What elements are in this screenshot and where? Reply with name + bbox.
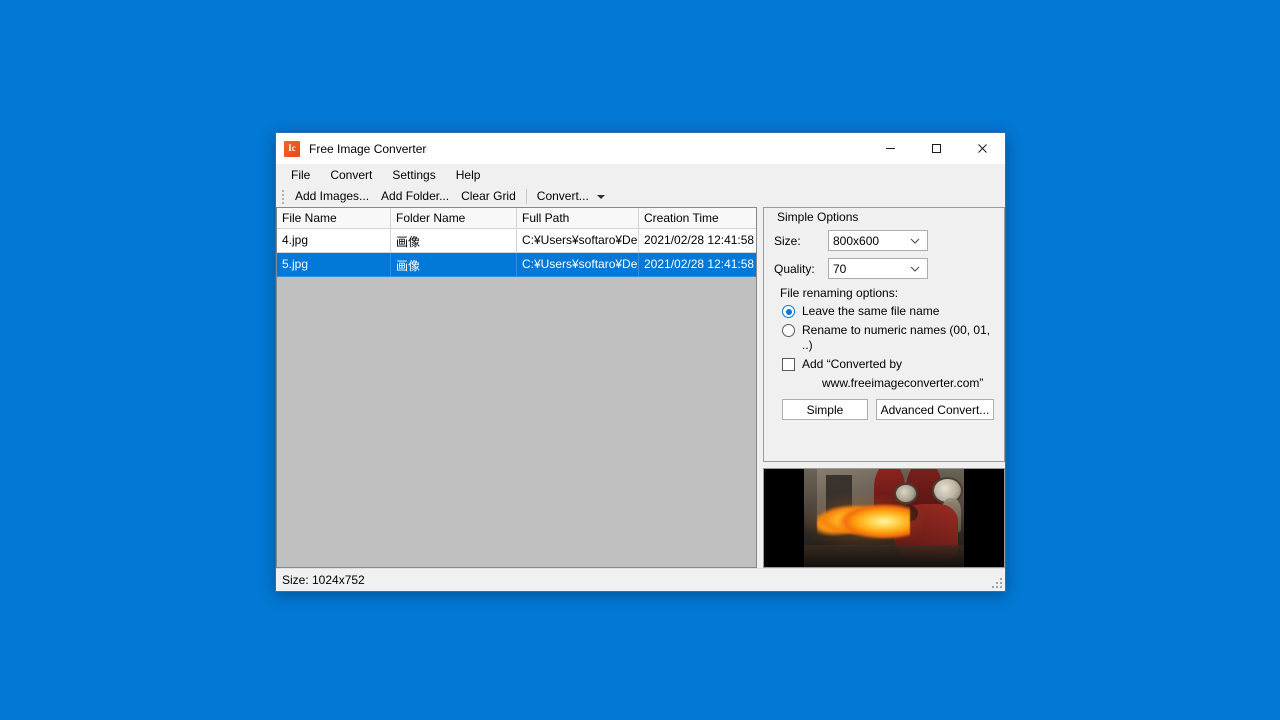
cell-folder-name: 画像	[391, 253, 517, 277]
status-bar: Size: 1024x752	[276, 568, 1005, 591]
menu-item-convert[interactable]: Convert	[320, 165, 382, 185]
minimize-button[interactable]	[867, 133, 913, 164]
table-row[interactable]: 5.jpg 画像 C:¥Users¥softaro¥De... 2021/02/…	[277, 253, 756, 277]
menu-item-file[interactable]: File	[281, 165, 320, 185]
cell-full-path: C:¥Users¥softaro¥De...	[517, 253, 639, 277]
checkbox-add-converted-by-label: Add “Converted by	[802, 357, 903, 371]
convert-split-button[interactable]: Convert...	[531, 187, 611, 206]
cell-creation-time: 2021/02/28 12:41:58	[639, 229, 756, 253]
convert-button-label: Convert...	[536, 189, 589, 203]
chevron-down-icon[interactable]	[596, 194, 605, 199]
column-header-creation-time[interactable]: Creation Time	[639, 208, 756, 229]
resize-grip[interactable]	[990, 576, 1002, 588]
checkbox-add-converted-by-url: www.freeimageconverter.com”	[822, 376, 984, 390]
add-images-button[interactable]: Add Images...	[289, 187, 375, 206]
radio-rename-numeric[interactable]: Rename to numeric names (00, 01, ..)	[782, 323, 994, 353]
chevron-down-icon	[910, 266, 920, 272]
cell-file-name: 5.jpg	[277, 253, 391, 277]
simple-options-title: Simple Options	[774, 210, 862, 224]
quality-select[interactable]: 70	[828, 258, 928, 279]
cell-folder-name: 画像	[391, 229, 517, 253]
clear-grid-button[interactable]: Clear Grid	[455, 187, 522, 206]
column-header-file-name[interactable]: File Name	[277, 208, 391, 229]
status-size-text: Size: 1024x752	[282, 573, 365, 587]
checkbox-icon	[782, 358, 795, 371]
radio-leave-same-name-label: Leave the same file name	[802, 304, 940, 318]
radio-icon-selected	[782, 305, 795, 318]
checkbox-add-converted-by[interactable]: Add “Converted by	[782, 357, 994, 372]
toolbar-separator	[525, 189, 527, 204]
chevron-down-icon	[910, 238, 920, 244]
app-window: Free Image Converter File Convert Settin…	[275, 132, 1006, 592]
column-header-folder-name[interactable]: Folder Name	[391, 208, 517, 229]
simple-options-panel: Simple Options Size: 800x600 Quality: 70	[763, 207, 1005, 462]
size-select[interactable]: 800x600	[828, 230, 928, 251]
grid-header-row: File Name Folder Name Full Path Creation…	[277, 208, 756, 229]
table-row[interactable]: 4.jpg 画像 C:¥Users¥softaro¥De... 2021/02/…	[277, 229, 756, 253]
simple-button[interactable]: Simple	[782, 399, 868, 420]
menu-bar: File Convert Settings Help	[276, 164, 1005, 186]
preview-flame	[816, 500, 910, 544]
size-select-value: 800x600	[833, 233, 880, 248]
cell-file-name: 4.jpg	[277, 229, 391, 253]
size-row: Size: 800x600	[774, 230, 994, 251]
advanced-convert-button[interactable]: Advanced Convert...	[875, 399, 994, 420]
toolbar-grip-handle[interactable]	[280, 189, 286, 205]
quality-select-value: 70	[833, 261, 847, 276]
right-panel: Simple Options Size: 800x600 Quality: 70	[763, 207, 1005, 568]
cell-creation-time: 2021/02/28 12:41:58	[639, 253, 756, 277]
tool-bar: Add Images... Add Folder... Clear Grid C…	[276, 186, 1005, 207]
window-controls	[867, 133, 1005, 164]
preview-image	[804, 469, 964, 567]
quality-label: Quality:	[774, 261, 815, 276]
image-preview-panel	[763, 468, 1005, 568]
radio-rename-numeric-label: Rename to numeric names (00, 01, ..)	[802, 323, 991, 352]
add-folder-button[interactable]: Add Folder...	[375, 187, 455, 206]
column-header-full-path[interactable]: Full Path	[517, 208, 639, 229]
window-title: Free Image Converter	[309, 141, 427, 156]
title-bar: Free Image Converter	[276, 133, 1005, 164]
close-button[interactable]	[959, 133, 1005, 164]
content-area: File Name Folder Name Full Path Creation…	[276, 207, 1005, 568]
preview-ground	[804, 545, 964, 567]
size-label: Size:	[774, 233, 801, 248]
menu-item-help[interactable]: Help	[446, 165, 491, 185]
menu-item-settings[interactable]: Settings	[382, 165, 445, 185]
options-button-row: Simple Advanced Convert...	[782, 399, 994, 420]
radio-leave-same-name[interactable]: Leave the same file name	[782, 304, 994, 319]
radio-icon	[782, 324, 795, 337]
maximize-button[interactable]	[913, 133, 959, 164]
file-renaming-label: File renaming options:	[780, 286, 899, 300]
quality-row: Quality: 70	[774, 258, 994, 279]
grid-rows: 4.jpg 画像 C:¥Users¥softaro¥De... 2021/02/…	[277, 229, 756, 567]
file-grid[interactable]: File Name Folder Name Full Path Creation…	[276, 207, 757, 568]
app-icon	[284, 140, 300, 157]
cell-full-path: C:¥Users¥softaro¥De...	[517, 229, 639, 253]
